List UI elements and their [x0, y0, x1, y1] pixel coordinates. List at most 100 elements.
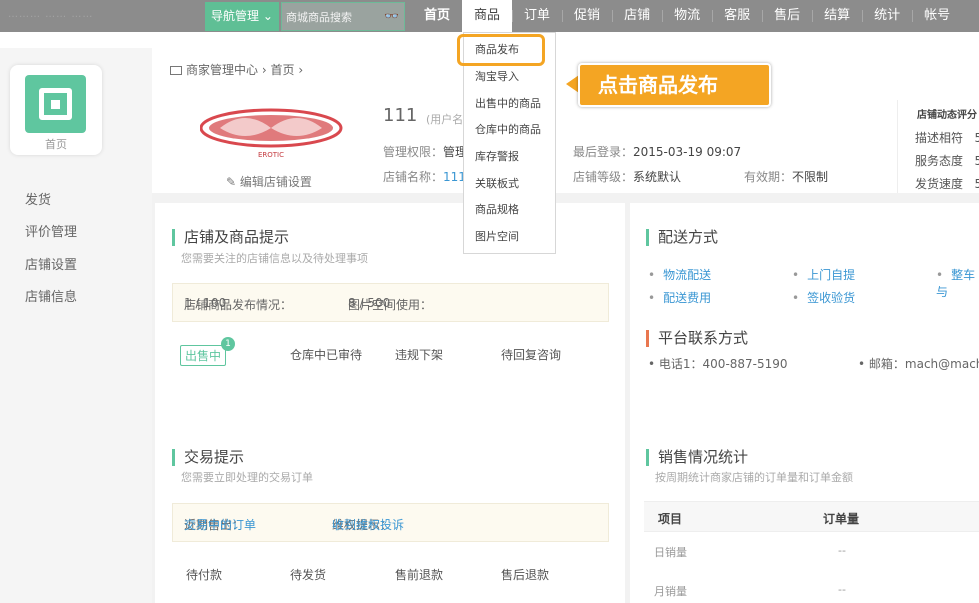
tab-on-sale[interactable]: 出售中: [180, 345, 227, 366]
site-logo[interactable]: ……… …… ……: [8, 9, 93, 20]
rating-desc-value: 5: [974, 131, 979, 145]
delivery-receipt-link[interactable]: 签收验货: [792, 289, 855, 306]
menu-item-on-sale[interactable]: 出售中的商品: [475, 95, 541, 111]
edit-store-link[interactable]: ✎ 编辑店铺设置: [226, 173, 312, 190]
trading-orders-link[interactable]: 交易中的订单: [184, 516, 256, 533]
lastlogin-label: 最后登录：: [573, 145, 634, 159]
shop-title: 111: [383, 105, 418, 126]
breadcrumb: 商家管理中心 › 首页 ›: [170, 61, 303, 78]
sales-title: 销售情况统计: [646, 449, 748, 466]
lastlogin-value: 2015-03-19 09:07: [633, 145, 742, 159]
contact-title: 平台联系方式: [646, 330, 748, 347]
menu-item-related-layout[interactable]: 关联板式: [475, 175, 519, 191]
rating-desc: 描述相符 5: [915, 129, 979, 146]
tab-unshipped[interactable]: 待发货: [290, 566, 326, 583]
rating-shipping-label: 发货速度: [915, 177, 964, 191]
home-shortcut[interactable]: 首页: [10, 65, 102, 155]
store-tips-title: 店铺及商品提示: [172, 229, 289, 246]
sidebar-item-store-info[interactable]: 店铺信息: [25, 286, 77, 305]
home-label: 首页: [45, 138, 67, 151]
binoculars-icon[interactable]: 👓: [384, 9, 399, 23]
nav-store[interactable]: 店铺: [612, 0, 662, 32]
nav-service[interactable]: 客服: [712, 0, 762, 32]
bullet: •: [858, 357, 866, 371]
row-daily-name: 日销量: [654, 546, 687, 559]
trade-tips-subtitle: 您需要立即处理的交易订单: [181, 471, 313, 484]
store-tips-subtitle: 您需要关注的店铺信息以及待处理事项: [181, 252, 368, 265]
row-monthly-name: 月销量: [654, 585, 687, 598]
tab-presale-refund[interactable]: 售前退款: [395, 566, 443, 583]
rating-shipping: 发货速度 5: [915, 175, 979, 192]
nav-home[interactable]: 首页: [412, 0, 462, 32]
rights-complaint-link[interactable]: 收到维权投诉: [332, 516, 404, 533]
edit-store-label: 编辑店铺设置: [239, 175, 312, 189]
contact-email: • 邮箱：mach@mach-: [858, 355, 979, 372]
menu-item-stock-alert[interactable]: 库存警报: [475, 148, 519, 164]
edit-icon: ✎: [226, 175, 237, 189]
contact-phone-text: 电话1：400-887-5190: [658, 357, 788, 371]
level-row: 店铺等级：系统默认: [573, 168, 681, 185]
nav-settlement[interactable]: 结算: [812, 0, 862, 32]
breadcrumb-sep: ›: [261, 63, 267, 77]
menu-item-taobao-import[interactable]: 淘宝导入: [475, 68, 519, 84]
tab-warehouse[interactable]: 仓库中已审待: [290, 346, 362, 363]
main-nav: 首页 商品 订单 促销 店铺 物流 客服 售后 结算 统计 帐号: [412, 0, 962, 32]
valid-value: 不限制: [792, 170, 829, 184]
sidebar: 首页 发货 评价管理 店铺设置 店铺信息: [0, 48, 152, 603]
row-daily-value: --: [838, 544, 846, 557]
sales-subtitle: 按周期统计商家店铺的订单量和订单金额: [655, 471, 853, 484]
nav-manage-button[interactable]: 导航管理 ⌄: [205, 2, 279, 31]
right-card: [630, 203, 979, 603]
nav-aftersale[interactable]: 售后: [762, 0, 812, 32]
nav-logistics[interactable]: 物流: [662, 0, 712, 32]
shopname-row: 店铺名称：111: [383, 168, 466, 185]
tab-violation[interactable]: 违规下架: [395, 346, 443, 363]
delivery-truck-link[interactable]: 整车与: [936, 266, 979, 300]
delivery-logistics-link[interactable]: 物流配送: [648, 266, 711, 283]
image-usage-value: 8 / 500: [348, 296, 391, 310]
trade-tips-title: 交易提示: [172, 449, 244, 466]
delivery-fee-link[interactable]: 配送费用: [648, 289, 711, 306]
menu-item-image-space[interactable]: 图片空间: [475, 228, 519, 244]
nav-account[interactable]: 帐号: [912, 0, 962, 32]
sidebar-item-ship[interactable]: 发货: [25, 189, 51, 208]
instruction-callout: 点击商品发布: [578, 63, 771, 107]
tab-aftersale-refund[interactable]: 售后退款: [501, 566, 549, 583]
contact-email-text: 邮箱：mach@mach-: [868, 357, 979, 371]
menu-item-in-warehouse[interactable]: 仓库中的商品: [475, 121, 541, 137]
nav-stats[interactable]: 统计: [862, 0, 912, 32]
sidebar-item-reviews[interactable]: 评价管理: [25, 221, 77, 240]
store-logo: EROTIC: [200, 108, 343, 159]
breadcrumb-root[interactable]: 商家管理中心: [186, 63, 258, 77]
nav-manage-label: 导航管理: [211, 9, 260, 23]
perm-row: 管理权限：管理: [383, 143, 467, 160]
row-monthly-value: --: [838, 583, 846, 596]
store-tips-notebox: 店铺商品发布情况： 1 / 100 图片空间使用： 8 / 500: [172, 283, 609, 322]
search-input[interactable]: [286, 9, 380, 25]
sidebar-item-store-settings[interactable]: 店铺设置: [25, 254, 77, 273]
tab-consult[interactable]: 待回复咨询: [501, 346, 561, 363]
delivery-pickup-link[interactable]: 上门自提: [792, 266, 855, 283]
col-orders: 订单量: [823, 512, 860, 526]
rating-service-value: 5: [974, 154, 979, 168]
publish-value: 1 / 100: [184, 296, 227, 310]
menu-item-specs[interactable]: 商品规格: [475, 201, 519, 217]
tab-unpaid[interactable]: 待付款: [186, 566, 222, 583]
level-label: 店铺等级：: [573, 170, 634, 184]
breadcrumb-sep: ›: [298, 63, 304, 77]
nav-promo[interactable]: 促销: [562, 0, 612, 32]
top-navbar: ……… …… …… 导航管理 ⌄ 👓 首页 商品 订单 促销 店铺 物流 客服 …: [0, 0, 979, 32]
search-box: 👓: [281, 2, 405, 31]
rating-service: 服务态度 5: [915, 152, 979, 169]
nav-orders[interactable]: 订单: [512, 0, 562, 32]
sales-table-header: 项目 订单量: [644, 501, 979, 532]
publish-highlight: [457, 34, 545, 66]
col-item: 项目: [658, 512, 683, 526]
lastlogin-row: 最后登录：2015-03-19 09:07: [573, 143, 741, 160]
rating-service-label: 服务态度: [915, 154, 964, 168]
perm-label: 管理权限：: [383, 145, 444, 159]
level-value: 系统默认: [633, 170, 682, 184]
breadcrumb-current: 首页: [270, 63, 295, 77]
valid-row: 有效期：不限制: [744, 168, 828, 185]
nav-goods[interactable]: 商品: [462, 0, 513, 32]
